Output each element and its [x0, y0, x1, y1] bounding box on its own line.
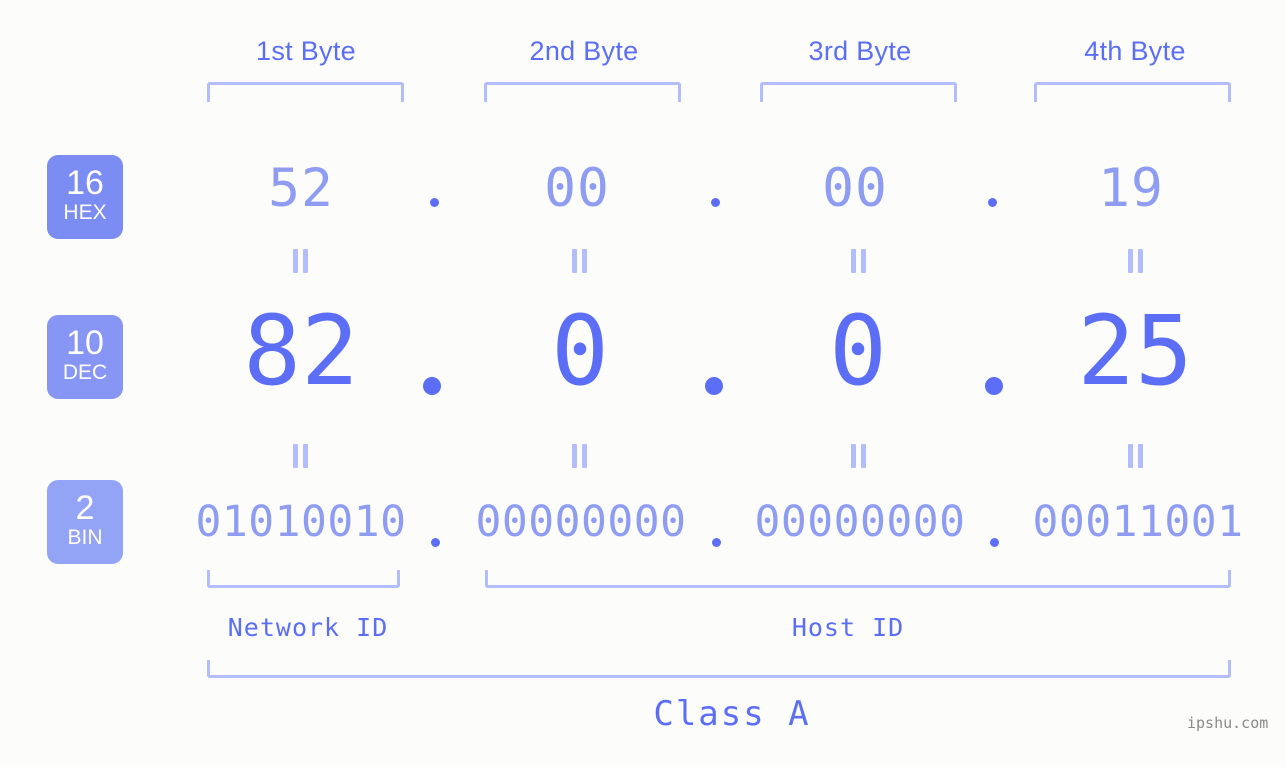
base-badge-hex: 16 HEX: [47, 155, 123, 239]
hex-byte-3: 00: [822, 158, 888, 219]
base-badge-bin-label: BIN: [67, 526, 103, 549]
equals-icon-dec-bin-4: [1127, 444, 1145, 468]
bin-byte-1: 01010010: [195, 497, 407, 547]
hex-dot-separator-2: [711, 198, 720, 207]
bin-byte-3: 00000000: [754, 497, 966, 547]
dec-byte-1: 82: [243, 295, 359, 407]
equals-icon-dec-bin-2: [571, 444, 589, 468]
dec-dot-separator-1: [423, 377, 441, 395]
hex-dot-separator-3: [988, 198, 997, 207]
bin-byte-2: 00000000: [475, 497, 687, 547]
byte-header-4: 4th Byte: [1084, 36, 1186, 66]
equals-icon-hex-dec-4: [1127, 249, 1145, 273]
base-badge-hex-number: 16: [66, 164, 104, 202]
byte-header-2: 2nd Byte: [529, 36, 639, 66]
byte-bracket-4: [1034, 82, 1231, 102]
equals-icon-dec-bin-3: [850, 444, 868, 468]
base-badge-dec: 10 DEC: [47, 315, 123, 399]
ip-breakdown-diagram: 1st Byte 2nd Byte 3rd Byte 4th Byte 16 H…: [0, 0, 1285, 767]
hex-byte-2: 00: [544, 158, 610, 219]
base-badge-dec-number: 10: [66, 324, 104, 362]
dec-byte-3: 0: [829, 295, 887, 407]
hex-byte-4: 19: [1098, 158, 1164, 219]
network-id-bracket: [207, 570, 400, 588]
hex-dot-separator-1: [430, 198, 439, 207]
dec-dot-separator-2: [705, 377, 723, 395]
base-badge-bin-number: 2: [75, 489, 95, 527]
equals-icon-hex-dec-1: [292, 249, 310, 273]
bin-dot-separator-2: [712, 538, 721, 547]
equals-icon-hex-dec-3: [850, 249, 868, 273]
base-badge-hex-label: HEX: [63, 201, 107, 224]
host-id-label: Host ID: [791, 613, 905, 642]
class-label: Class A: [653, 694, 811, 734]
dec-byte-4: 25: [1077, 295, 1193, 407]
byte-bracket-3: [760, 82, 957, 102]
byte-header-3: 3rd Byte: [808, 36, 912, 66]
base-badge-dec-label: DEC: [62, 361, 108, 384]
hex-byte-1: 52: [268, 158, 334, 219]
byte-bracket-1: [207, 82, 404, 102]
bin-byte-4: 00011001: [1032, 497, 1244, 547]
bin-dot-separator-3: [990, 538, 999, 547]
bin-dot-separator-1: [431, 538, 440, 547]
network-id-label: Network ID: [227, 613, 389, 642]
equals-icon-hex-dec-2: [571, 249, 589, 273]
base-badge-bin: 2 BIN: [47, 480, 123, 564]
class-bracket: [207, 660, 1231, 678]
byte-bracket-2: [484, 82, 681, 102]
dec-dot-separator-3: [985, 377, 1003, 395]
host-id-bracket: [485, 570, 1231, 588]
dec-byte-2: 0: [551, 295, 609, 407]
equals-icon-dec-bin-1: [292, 444, 310, 468]
byte-header-1: 1st Byte: [256, 36, 356, 66]
watermark: ipshu.com: [1187, 714, 1269, 732]
